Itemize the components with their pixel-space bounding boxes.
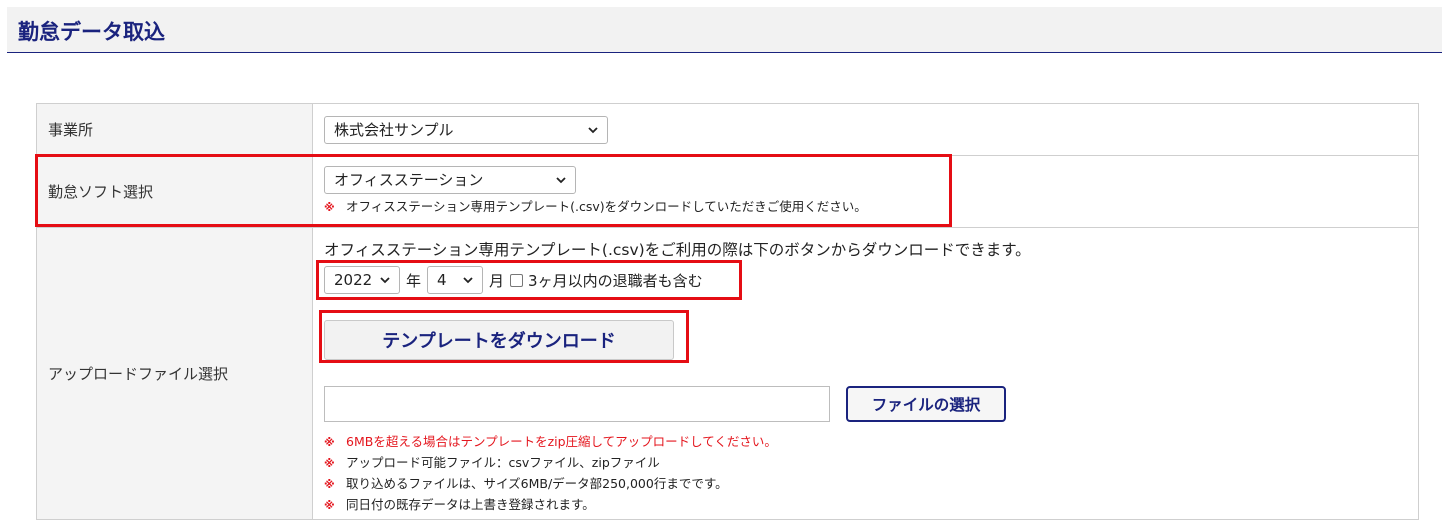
month-select-value: 4 <box>437 271 447 289</box>
file-select-row: ファイルの選択 <box>324 386 1418 422</box>
upload-note: ※ 同日付の既存データは上書き登録されます。 <box>324 495 1418 516</box>
upload-note: ※ 6MBを超える場合はテンプレートをzip圧縮してアップロードしてください。 <box>324 432 1418 453</box>
note-mark: ※ <box>324 200 335 214</box>
template-description: オフィスステーション専用テンプレート(.csv)をご利用の際は下のボタンからダウ… <box>324 241 1031 259</box>
file-select-button[interactable]: ファイルの選択 <box>846 386 1006 422</box>
year-select-value: 2022 <box>334 271 373 289</box>
year-select[interactable]: 2022 <box>324 266 400 294</box>
office-select-value: 株式会社サンプル <box>334 121 454 139</box>
note-mark: ※ <box>324 499 335 512</box>
month-select[interactable]: 4 <box>427 266 484 294</box>
title-bar: 勤怠データ取込 <box>7 7 1442 53</box>
software-label: 勤怠ソフト選択 <box>36 155 313 228</box>
upload-row: アップロードファイル選択 オフィスステーション専用テンプレート(.csv)をご利… <box>36 227 1419 520</box>
chevron-down-icon <box>378 273 392 287</box>
software-note: ※ オフィスステーション専用テンプレート(.csv)をダウンロードしていただきご使… <box>324 197 1418 218</box>
page-title: 勤怠データ取込 <box>18 20 165 44</box>
software-row: 勤怠ソフト選択 オフィスステーション ※ オフィスステーション専用テンプレート(.… <box>36 155 1419 228</box>
chevron-down-icon <box>554 173 568 187</box>
upload-note: ※ アップロード可能ファイル：csvファイル、zipファイル <box>324 453 1418 474</box>
note-mark: ※ <box>324 457 335 470</box>
chevron-down-icon <box>586 123 600 137</box>
upload-notes: ※ 6MBを超える場合はテンプレートをzip圧縮してアップロードしてください。 ※… <box>324 432 1418 516</box>
upload-label: アップロードファイル選択 <box>36 227 313 520</box>
note-mark: ※ <box>324 478 335 491</box>
software-select[interactable]: オフィスステーション <box>324 165 576 194</box>
retiree-checkbox-label[interactable]: 3ヶ月以内の退職者も含む <box>528 270 703 291</box>
chevron-down-icon <box>461 273 475 287</box>
period-row: 2022 年 4 月 3ヶ月以内の退職者も含む <box>324 266 1418 294</box>
office-select[interactable]: 株式会社サンプル <box>324 115 608 144</box>
note-mark: ※ <box>324 436 335 449</box>
software-select-value: オフィスステーション <box>334 171 484 189</box>
upload-cell: オフィスステーション専用テンプレート(.csv)をご利用の際は下のボタンからダウ… <box>312 227 1419 520</box>
file-path-input[interactable] <box>324 386 830 422</box>
software-cell: オフィスステーション ※ オフィスステーション専用テンプレート(.csv)をダウン… <box>312 155 1419 228</box>
office-row: 事業所 株式会社サンプル <box>36 103 1419 156</box>
year-unit: 年 <box>406 271 422 290</box>
upload-note: ※ 取り込めるファイルは、サイズ6MB/データ部250,000行までです。 <box>324 474 1418 495</box>
month-unit: 月 <box>489 271 505 290</box>
download-template-button[interactable]: テンプレートをダウンロード <box>324 320 674 360</box>
software-note-text: オフィスステーション専用テンプレート(.csv)をダウンロードしていただきご使用… <box>346 198 867 214</box>
import-form: 事業所 株式会社サンプル 勤怠ソフト選択 オフィスステーション ※ オフィスステー… <box>36 103 1419 520</box>
office-cell: 株式会社サンプル <box>312 103 1419 156</box>
office-label: 事業所 <box>36 103 313 156</box>
retiree-checkbox[interactable] <box>510 273 524 287</box>
